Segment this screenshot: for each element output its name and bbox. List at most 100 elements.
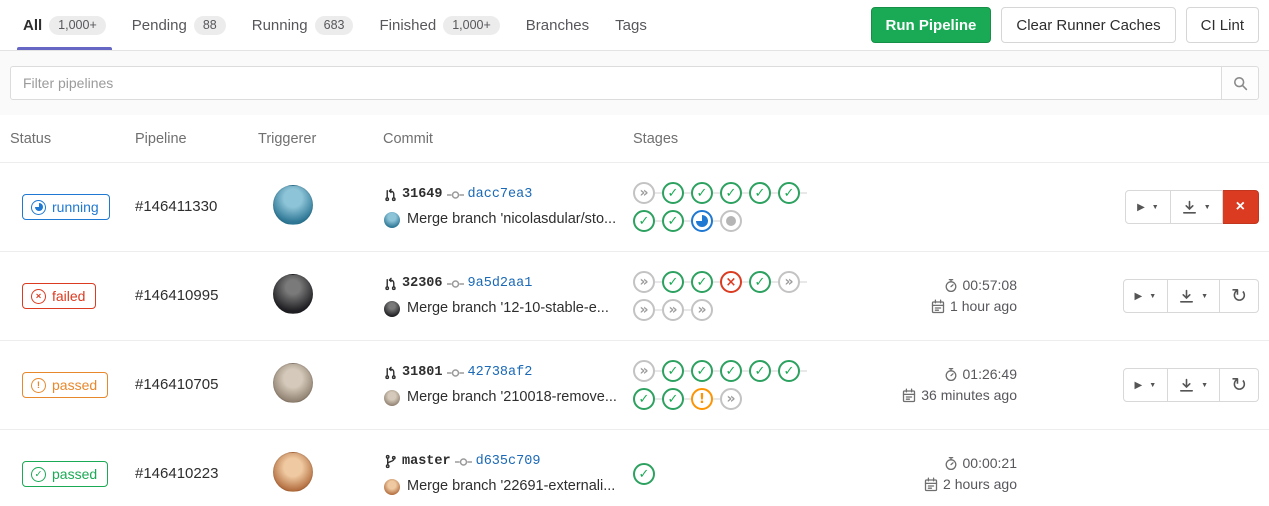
tab-branches[interactable]: Branches xyxy=(513,0,602,50)
tab-pending[interactable]: Pending 88 xyxy=(119,0,239,50)
chevron-down-icon: ▼ xyxy=(1149,293,1156,300)
filter-pipelines-input[interactable] xyxy=(10,66,1222,100)
run-manual-jobs-dropdown-button[interactable]: ▶ ▼ xyxy=(1123,368,1169,402)
pipeline-id-link[interactable]: #146411330 xyxy=(135,198,217,215)
stage-status-icon-skipped[interactable]: » xyxy=(633,360,655,382)
stage-connector xyxy=(742,281,749,283)
commit-message-link[interactable]: Merge branch '210018-remove... xyxy=(407,385,617,410)
status-badge-passed-with-warnings[interactable]: ! passed xyxy=(22,372,108,398)
tab-all[interactable]: All 1,000+ xyxy=(10,0,119,50)
commit-message-link[interactable]: Merge branch '22691-externali... xyxy=(407,474,615,499)
download-artifacts-dropdown-button[interactable]: ▼ xyxy=(1171,190,1223,224)
passed-status-icon: ✓ xyxy=(31,467,46,482)
stage-connector xyxy=(742,370,749,372)
status-badge-running[interactable]: running xyxy=(22,194,110,220)
pipeline-row: ! passed #146410705 31801 42738af2 Merge… xyxy=(0,341,1269,430)
stopwatch-icon xyxy=(944,456,958,471)
commit-message-link[interactable]: Merge branch '12-10-stable-e... xyxy=(407,296,609,321)
run-pipeline-button[interactable]: Run Pipeline xyxy=(871,7,992,43)
stage-status-icon-passed[interactable]: ✓ xyxy=(691,271,713,293)
stage-status-icon-skipped[interactable]: » xyxy=(778,271,800,293)
stage-connector xyxy=(655,398,662,400)
stage-status-icon-passed[interactable]: ✓ xyxy=(691,182,713,204)
stage-status-icon-skipped[interactable]: » xyxy=(633,182,655,204)
stage-status-icon-skipped[interactable]: » xyxy=(662,299,684,321)
download-artifacts-dropdown-button[interactable]: ▼ xyxy=(1168,368,1220,402)
stage-status-icon-passed[interactable]: ✓ xyxy=(633,210,655,232)
chevron-down-icon: ▼ xyxy=(1201,293,1208,300)
commit-message-link[interactable]: Merge branch 'nicolasdular/sto... xyxy=(407,207,616,232)
cancel-pipeline-button[interactable]: × xyxy=(1223,190,1259,224)
stage-connector xyxy=(684,192,691,194)
commit-author-avatar[interactable] xyxy=(384,301,400,317)
active-tab-indicator xyxy=(17,47,112,50)
stage-status-icon-skipped[interactable]: » xyxy=(633,299,655,321)
pipeline-id-link[interactable]: #146410995 xyxy=(135,287,218,304)
ci-lint-button[interactable]: CI Lint xyxy=(1186,7,1259,43)
stage-status-icon-warning[interactable]: ! xyxy=(691,388,713,410)
stage-status-icon-passed[interactable]: ✓ xyxy=(778,182,800,204)
stage-status-icon-passed[interactable]: ✓ xyxy=(662,210,684,232)
merge-request-ref-link[interactable]: 32306 xyxy=(402,271,443,296)
status-badge-failed[interactable]: × failed xyxy=(22,283,96,309)
stage-status-icon-skipped[interactable]: » xyxy=(691,299,713,321)
stage-connector xyxy=(655,309,662,311)
branch-ref-link[interactable]: master xyxy=(402,449,451,474)
stage-status-icon-passed[interactable]: ✓ xyxy=(720,182,742,204)
commit-sha-link[interactable]: 42738af2 xyxy=(468,360,533,385)
stage-status-icon-passed[interactable]: ✓ xyxy=(662,388,684,410)
stage-status-icon-created[interactable] xyxy=(720,210,742,232)
search-button[interactable] xyxy=(1221,66,1259,100)
tab-count-badge: 1,000+ xyxy=(443,16,500,35)
stage-status-icon-passed[interactable]: ✓ xyxy=(633,463,655,485)
pipeline-id-link[interactable]: #146410705 xyxy=(135,376,218,393)
table-header: Status Pipeline Triggerer Commit Stages xyxy=(0,115,1269,163)
clear-runner-caches-button[interactable]: Clear Runner Caches xyxy=(1001,7,1175,43)
stage-connector xyxy=(713,220,720,222)
stage-status-icon-passed[interactable]: ✓ xyxy=(662,182,684,204)
run-manual-jobs-dropdown-button[interactable]: ▶ ▼ xyxy=(1125,190,1171,224)
triggerer-avatar[interactable] xyxy=(273,363,313,403)
triggerer-avatar[interactable] xyxy=(273,274,313,314)
merge-request-ref-link[interactable]: 31801 xyxy=(402,360,443,385)
triggerer-avatar[interactable] xyxy=(273,185,313,225)
commit-sha-link[interactable]: dacc7ea3 xyxy=(468,182,533,207)
stage-status-icon-passed[interactable]: ✓ xyxy=(778,360,800,382)
stage-connector xyxy=(771,370,778,372)
stage-status-icon-passed[interactable]: ✓ xyxy=(749,182,771,204)
status-badge-passed[interactable]: ✓ passed xyxy=(22,461,108,487)
stage-status-icon-skipped[interactable]: » xyxy=(633,271,655,293)
commit-sha-link[interactable]: d635c709 xyxy=(476,449,541,474)
merge-request-ref-link[interactable]: 31649 xyxy=(402,182,443,207)
stage-connector xyxy=(742,192,749,194)
commit-sha-link[interactable]: 9a5d2aa1 xyxy=(468,271,533,296)
run-manual-jobs-dropdown-button[interactable]: ▶ ▼ xyxy=(1123,279,1169,313)
stage-status-icon-passed[interactable]: ✓ xyxy=(749,271,771,293)
play-icon: ▶ xyxy=(1135,380,1143,391)
triggerer-avatar[interactable] xyxy=(273,452,313,492)
commit-author-avatar[interactable] xyxy=(384,212,400,228)
stage-status-icon-skipped[interactable]: » xyxy=(720,388,742,410)
filter-bar xyxy=(0,51,1269,115)
stage-status-icon-failed[interactable]: × xyxy=(720,271,742,293)
stage-status-icon-passed[interactable]: ✓ xyxy=(633,388,655,410)
stages-mini-graph: » ✓ ✓ × ✓ » » » » xyxy=(633,271,811,321)
status-label: running xyxy=(52,199,99,215)
stage-status-icon-passed[interactable]: ✓ xyxy=(749,360,771,382)
stage-status-icon-passed[interactable]: ✓ xyxy=(662,271,684,293)
stage-status-icon-running[interactable] xyxy=(691,210,713,232)
commit-author-avatar[interactable] xyxy=(384,390,400,406)
commit-author-avatar[interactable] xyxy=(384,479,400,495)
retry-pipeline-button[interactable]: ↻ xyxy=(1220,368,1259,402)
stage-status-icon-passed[interactable]: ✓ xyxy=(691,360,713,382)
tab-finished[interactable]: Finished 1,000+ xyxy=(366,0,512,50)
pipeline-id-link[interactable]: #146410223 xyxy=(135,465,218,482)
time-cell: 00:57:08 1 hour ago xyxy=(873,275,1089,317)
tab-running[interactable]: Running 683 xyxy=(239,0,367,50)
stage-status-icon-passed[interactable]: ✓ xyxy=(662,360,684,382)
retry-pipeline-button[interactable]: ↻ xyxy=(1220,279,1259,313)
tab-tags[interactable]: Tags xyxy=(602,0,660,50)
download-artifacts-dropdown-button[interactable]: ▼ xyxy=(1168,279,1220,313)
stopwatch-icon xyxy=(944,278,958,293)
stage-status-icon-passed[interactable]: ✓ xyxy=(720,360,742,382)
